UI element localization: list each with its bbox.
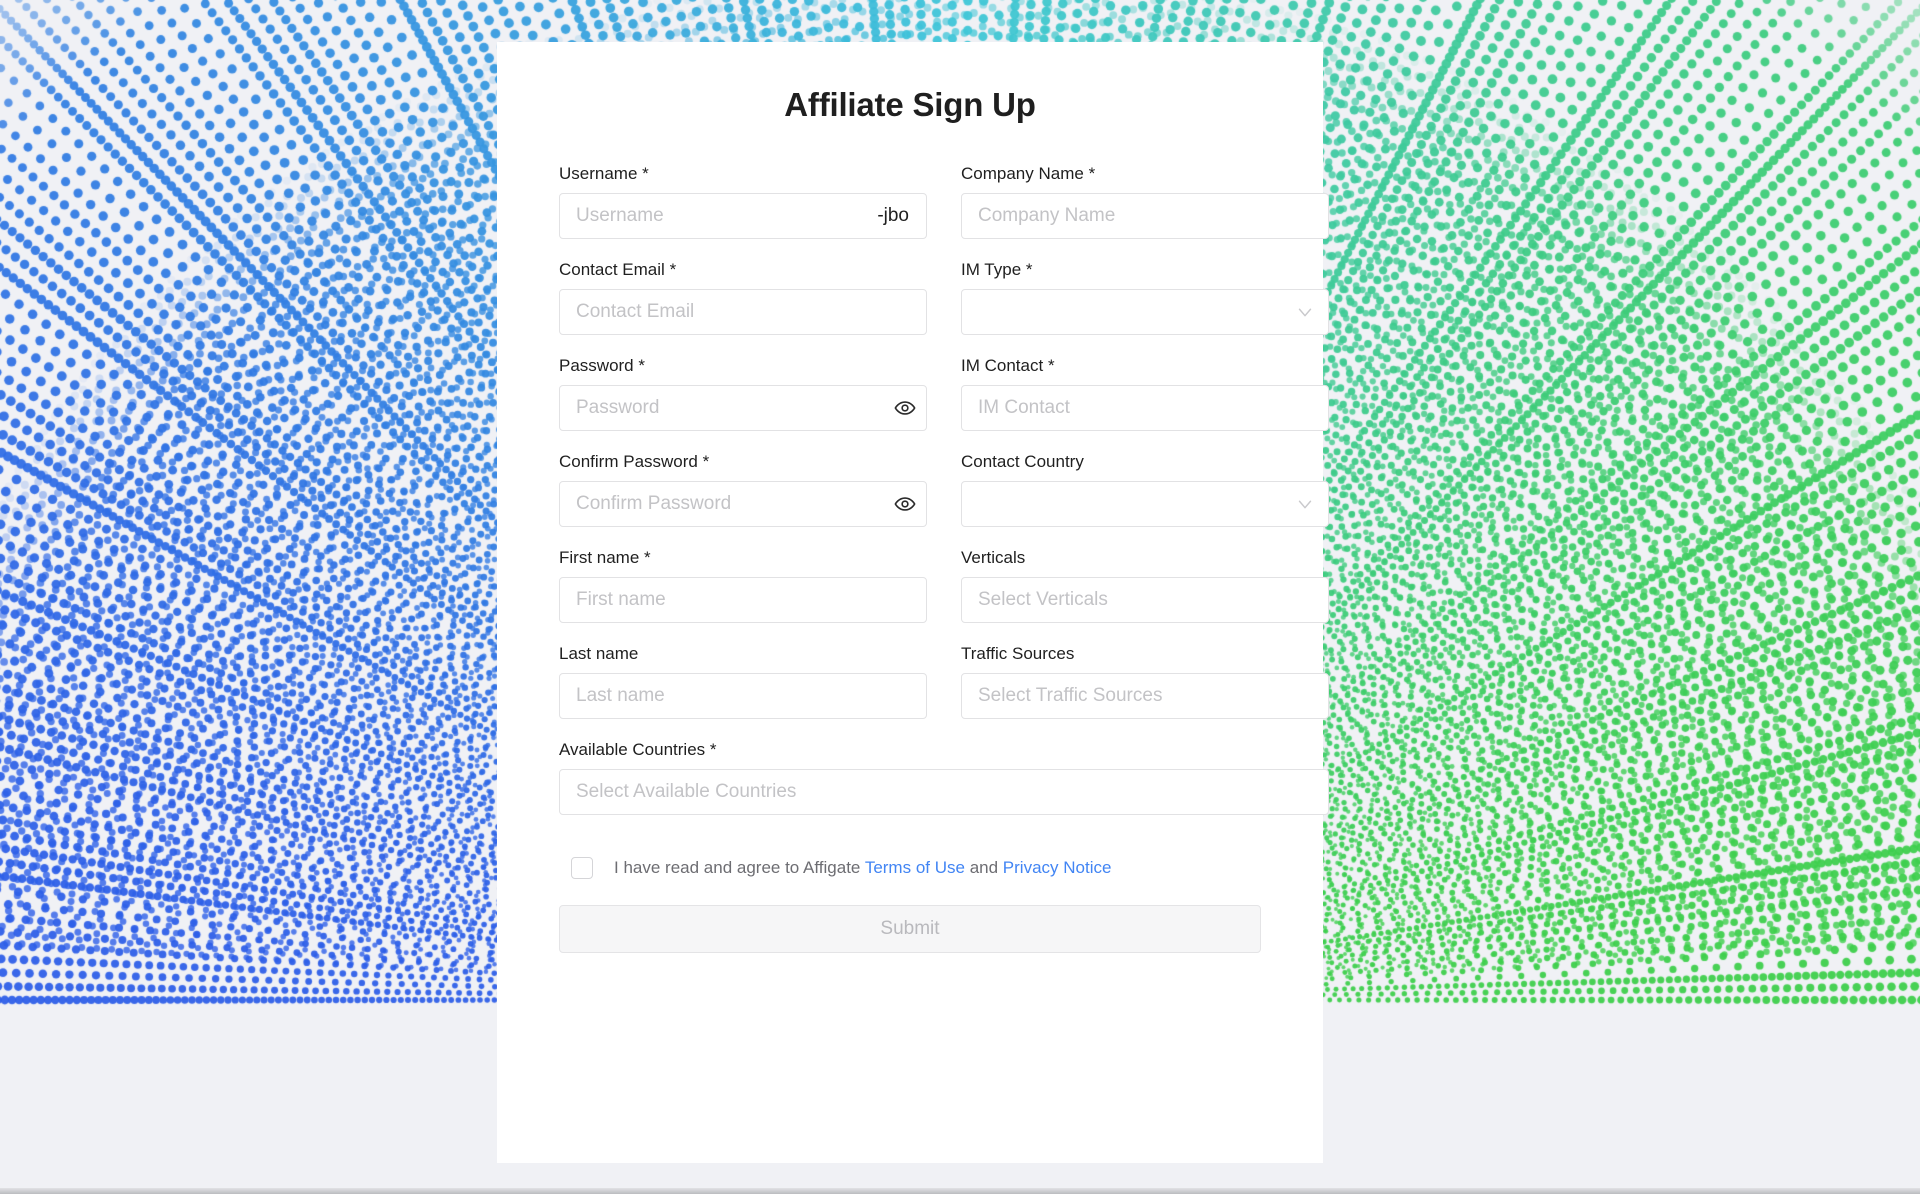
label-last-name: Last name: [559, 644, 639, 663]
required-marker: *: [642, 164, 649, 183]
im-type-input[interactable]: [962, 290, 1282, 334]
username-suffix: -jbo: [877, 205, 909, 226]
terms-conjunction: and: [969, 858, 999, 877]
field-username: Username * -jbo: [559, 164, 927, 239]
label-im-type: IM Type *: [961, 260, 1033, 279]
field-im-contact: IM Contact *: [961, 356, 1329, 431]
field-traffic-sources: Traffic Sources: [961, 644, 1329, 719]
required-marker: *: [644, 548, 651, 567]
contact-country-input[interactable]: [962, 482, 1282, 526]
verticals-input[interactable]: [962, 578, 1328, 622]
required-marker: *: [1025, 260, 1033, 279]
label-username: Username *: [559, 164, 649, 183]
verticals-select[interactable]: [961, 577, 1329, 623]
label-traffic-sources: Traffic Sources: [961, 644, 1075, 663]
field-contact-email: Contact Email *: [559, 260, 927, 335]
field-password: Password *: [559, 356, 927, 431]
password-control[interactable]: [559, 385, 927, 431]
terms-text: I have read and agree to Affigate Terms …: [614, 857, 1111, 879]
field-company-name: Company Name *: [961, 164, 1329, 239]
field-available-countries: Available Countries *: [559, 740, 1329, 815]
signup-form: Username * -jbo Company Name * Contact E…: [559, 164, 1329, 836]
terms-agreement-row: I have read and agree to Affigate Terms …: [559, 857, 1261, 879]
company-name-control[interactable]: [961, 193, 1329, 239]
field-first-name: First name *: [559, 548, 927, 623]
contact-country-select[interactable]: [961, 481, 1329, 527]
company-name-input[interactable]: [962, 194, 1328, 238]
required-marker: *: [1088, 164, 1096, 183]
required-marker: *: [638, 356, 645, 375]
available-countries-input[interactable]: [560, 770, 1328, 814]
required-marker: *: [1047, 356, 1055, 375]
terms-checkbox[interactable]: [571, 857, 593, 879]
field-confirm-password: Confirm Password *: [559, 452, 927, 527]
label-im-contact: IM Contact *: [961, 356, 1055, 375]
page-title: Affiliate Sign Up: [784, 86, 1036, 123]
username-control[interactable]: -jbo: [559, 193, 927, 239]
bottom-fade-strip: [0, 1188, 1920, 1194]
eye-icon[interactable]: [884, 482, 926, 526]
available-countries-select[interactable]: [559, 769, 1329, 815]
contact-email-input[interactable]: [560, 290, 926, 334]
confirm-password-control[interactable]: [559, 481, 927, 527]
field-contact-country: Contact Country: [961, 452, 1329, 527]
label-available-countries: Available Countries *: [559, 740, 717, 759]
terms-prefix: I have read and agree to Affigate: [614, 858, 861, 877]
traffic-sources-select[interactable]: [961, 673, 1329, 719]
field-last-name: Last name: [559, 644, 927, 719]
im-type-select[interactable]: [961, 289, 1329, 335]
required-marker: *: [702, 452, 710, 471]
first-name-control[interactable]: [559, 577, 927, 623]
label-contact-email: Contact Email *: [559, 260, 677, 279]
im-contact-control[interactable]: [961, 385, 1329, 431]
im-contact-input[interactable]: [962, 386, 1328, 430]
required-marker: *: [669, 260, 677, 279]
password-input[interactable]: [560, 386, 884, 430]
chevron-down-icon[interactable]: [1282, 493, 1328, 515]
confirm-password-input[interactable]: [560, 482, 884, 526]
required-marker: *: [709, 740, 717, 759]
last-name-input[interactable]: [560, 674, 926, 718]
label-password: Password *: [559, 356, 645, 375]
label-first-name: First name *: [559, 548, 651, 567]
label-confirm-password: Confirm Password *: [559, 452, 710, 471]
traffic-sources-input[interactable]: [962, 674, 1328, 718]
label-verticals: Verticals: [961, 548, 1026, 567]
signup-card: Affiliate Sign Up Username * -jbo Compan…: [497, 42, 1329, 1163]
contact-email-control[interactable]: [559, 289, 927, 335]
label-contact-country: Contact Country: [961, 452, 1084, 471]
chevron-down-icon[interactable]: [1282, 301, 1328, 323]
field-verticals: Verticals: [961, 548, 1329, 623]
last-name-control[interactable]: [559, 673, 927, 719]
username-input[interactable]: [560, 194, 878, 238]
label-company-name: Company Name *: [961, 164, 1096, 183]
eye-icon[interactable]: [884, 386, 926, 430]
submit-button[interactable]: Submit: [559, 905, 1261, 953]
field-im-type: IM Type *: [961, 260, 1329, 335]
terms-of-use-link[interactable]: Terms of Use: [865, 858, 965, 877]
privacy-notice-link[interactable]: Privacy Notice: [1003, 858, 1112, 877]
first-name-input[interactable]: [560, 578, 926, 622]
